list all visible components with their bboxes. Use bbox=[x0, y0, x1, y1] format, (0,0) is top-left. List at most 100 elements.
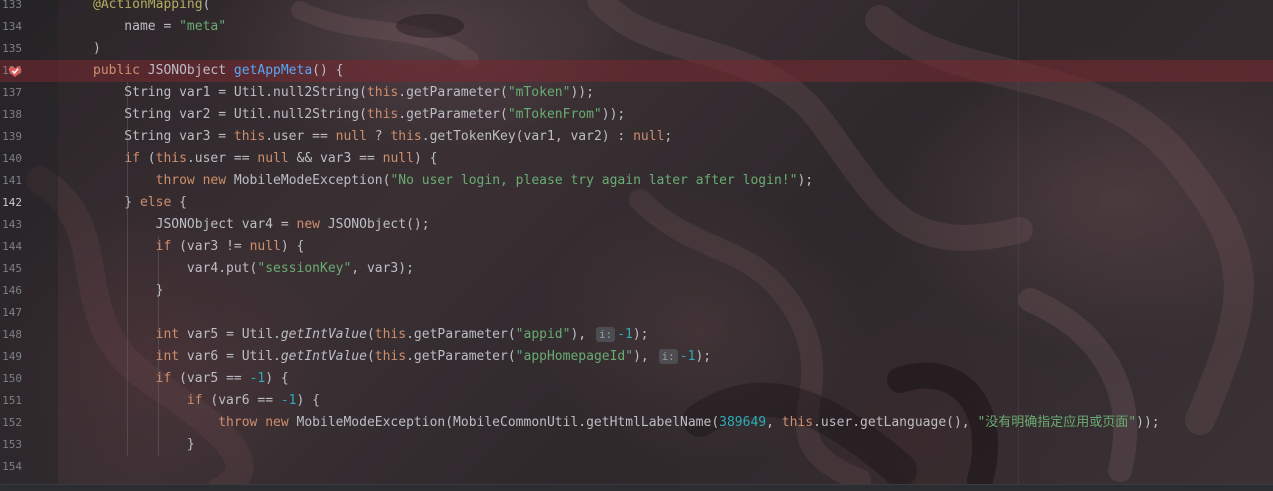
code-text[interactable]: ) bbox=[93, 38, 101, 60]
code-token: (var6 == bbox=[202, 393, 281, 408]
code-line[interactable]: 145 var4.put("sessionKey", var3); bbox=[0, 258, 1273, 280]
code-line[interactable]: 152 throw new MobileModeException(Mobile… bbox=[0, 412, 1273, 434]
code-token: JSONObject(); bbox=[327, 217, 430, 232]
line-number[interactable]: 148 bbox=[0, 324, 22, 346]
code-line[interactable]: 154 bbox=[0, 456, 1273, 478]
code-token: } bbox=[93, 283, 164, 298]
code-token: -1 bbox=[249, 371, 266, 386]
code-line[interactable]: 136public JSONObject getAppMeta() { bbox=[0, 60, 1273, 82]
code-token: .user == bbox=[265, 129, 336, 144]
code-token: @ActionMapping bbox=[93, 0, 203, 12]
code-line[interactable]: 142 } else { bbox=[0, 192, 1273, 214]
line-number[interactable]: 147 bbox=[0, 302, 22, 324]
line-number[interactable]: 144 bbox=[0, 236, 22, 258]
code-line[interactable]: 151 if (var6 == -1) { bbox=[0, 390, 1273, 412]
code-text[interactable]: String var3 = this.user == null ? this.g… bbox=[93, 126, 672, 148]
code-token: this bbox=[781, 415, 814, 430]
code-text[interactable]: String var1 = Util.null2String(this.getP… bbox=[93, 82, 594, 104]
code-token: MobileModeException( bbox=[233, 173, 391, 188]
code-token: )); bbox=[570, 85, 594, 100]
line-number[interactable]: 149 bbox=[0, 346, 22, 368]
code-token: name = bbox=[93, 19, 180, 34]
line-number[interactable]: 135 bbox=[0, 38, 22, 60]
code-line[interactable]: 135) bbox=[0, 38, 1273, 60]
code-line[interactable]: 138 String var2 = Util.null2String(this.… bbox=[0, 104, 1273, 126]
code-token: { bbox=[171, 195, 187, 210]
code-line[interactable]: 147 bbox=[0, 302, 1273, 324]
line-number[interactable]: 151 bbox=[0, 390, 22, 412]
code-token: null bbox=[335, 129, 367, 144]
code-token: ) bbox=[93, 41, 101, 56]
code-line[interactable]: 150 if (var5 == -1) { bbox=[0, 368, 1273, 390]
code-token: this bbox=[374, 327, 407, 342]
code-text[interactable]: int var5 = Util.getIntValue(this.getPara… bbox=[93, 324, 649, 346]
line-number[interactable]: 143 bbox=[0, 214, 22, 236]
code-text[interactable]: if (var3 != null) { bbox=[93, 236, 305, 258]
code-token: if bbox=[186, 393, 203, 408]
code-line[interactable]: 134 name = "meta" bbox=[0, 16, 1273, 38]
breakpoint-check-icon[interactable] bbox=[8, 65, 22, 78]
code-text[interactable]: } else { bbox=[93, 192, 187, 214]
code-text[interactable]: if (this.user == null && var3 == null) { bbox=[93, 148, 437, 170]
code-token: .getParameter( bbox=[398, 107, 508, 122]
code-line[interactable]: 143 JSONObject var4 = new JSONObject(); bbox=[0, 214, 1273, 236]
code-line[interactable]: 153 } bbox=[0, 434, 1273, 456]
line-number[interactable]: 150 bbox=[0, 368, 22, 390]
line-number[interactable]: 153 bbox=[0, 434, 22, 456]
code-line[interactable]: 146 } bbox=[0, 280, 1273, 302]
line-number[interactable]: 142 bbox=[0, 192, 22, 214]
code-token: throw new bbox=[155, 173, 234, 188]
parameter-hint: i: bbox=[595, 327, 616, 342]
code-editor[interactable]: 133@ActionMapping(134 name = "meta"135)1… bbox=[0, 0, 1273, 491]
code-text[interactable]: name = "meta" bbox=[93, 16, 226, 38]
code-text[interactable]: throw new MobileModeException(MobileComm… bbox=[93, 412, 1159, 434]
code-token: ? bbox=[366, 129, 391, 144]
line-number[interactable]: 138 bbox=[0, 104, 22, 126]
code-text[interactable]: } bbox=[93, 434, 195, 456]
code-line[interactable]: 148 int var5 = Util.getIntValue(this.get… bbox=[0, 324, 1273, 346]
line-number[interactable]: 134 bbox=[0, 16, 22, 38]
code-text[interactable]: @ActionMapping( bbox=[93, 0, 210, 16]
line-number[interactable]: 140 bbox=[0, 148, 22, 170]
code-text[interactable]: } bbox=[93, 280, 164, 302]
horizontal-scrollbar[interactable] bbox=[0, 484, 1273, 491]
line-number[interactable]: 145 bbox=[0, 258, 22, 280]
code-token: String var2 = Util.null2String( bbox=[93, 107, 367, 122]
code-line[interactable]: 139 String var3 = this.user == null ? th… bbox=[0, 126, 1273, 148]
code-text[interactable]: public JSONObject getAppMeta() { bbox=[93, 60, 343, 82]
code-text[interactable]: var4.put("sessionKey", var3); bbox=[93, 258, 414, 280]
code-token: -1 bbox=[617, 327, 633, 342]
code-token: null bbox=[382, 151, 414, 166]
code-line[interactable]: 133 @ActionMapping( bbox=[0, 0, 1273, 16]
code-token: -1 bbox=[679, 349, 696, 364]
code-text[interactable]: throw new MobileModeException("No user l… bbox=[93, 170, 813, 192]
code-text[interactable]: JSONObject var4 = new JSONObject(); bbox=[93, 214, 430, 236]
code-line[interactable]: 141 throw new MobileModeException("No us… bbox=[0, 170, 1273, 192]
line-number[interactable]: 139 bbox=[0, 126, 22, 148]
code-token: .getParameter( bbox=[406, 349, 516, 364]
code-text[interactable]: if (var5 == -1) { bbox=[93, 368, 289, 390]
code-token: "没有明确指定应用或页面" bbox=[977, 415, 1137, 430]
code-line[interactable]: 149 int var6 = Util.getIntValue(this.get… bbox=[0, 346, 1273, 368]
code-text[interactable]: String var2 = Util.null2String(this.getP… bbox=[93, 104, 625, 126]
line-number[interactable]: 141 bbox=[0, 170, 22, 192]
code-token: "appHomepageId" bbox=[515, 349, 634, 364]
code-token: null bbox=[249, 239, 281, 254]
line-number[interactable]: 152 bbox=[0, 412, 22, 434]
code-token: "meta" bbox=[179, 19, 227, 34]
line-number[interactable]: 154 bbox=[0, 456, 22, 478]
code-token: (var3 != bbox=[171, 239, 250, 254]
line-number[interactable]: 133 bbox=[0, 0, 22, 16]
code-line[interactable]: 137 String var1 = Util.null2String(this.… bbox=[0, 82, 1273, 104]
code-token: () { bbox=[312, 63, 344, 78]
code-token: ; bbox=[664, 129, 673, 144]
code-token: var6 = Util. bbox=[179, 349, 281, 364]
code-text[interactable]: int var6 = Util.getIntValue(this.getPara… bbox=[93, 346, 711, 368]
code-line[interactable]: 144 if (var3 != null) { bbox=[0, 236, 1273, 258]
line-number[interactable]: 146 bbox=[0, 280, 22, 302]
code-token: 389649 bbox=[719, 415, 767, 430]
code-line[interactable]: 140 if (this.user == null && var3 == nul… bbox=[0, 148, 1273, 170]
line-number[interactable]: 137 bbox=[0, 82, 22, 104]
